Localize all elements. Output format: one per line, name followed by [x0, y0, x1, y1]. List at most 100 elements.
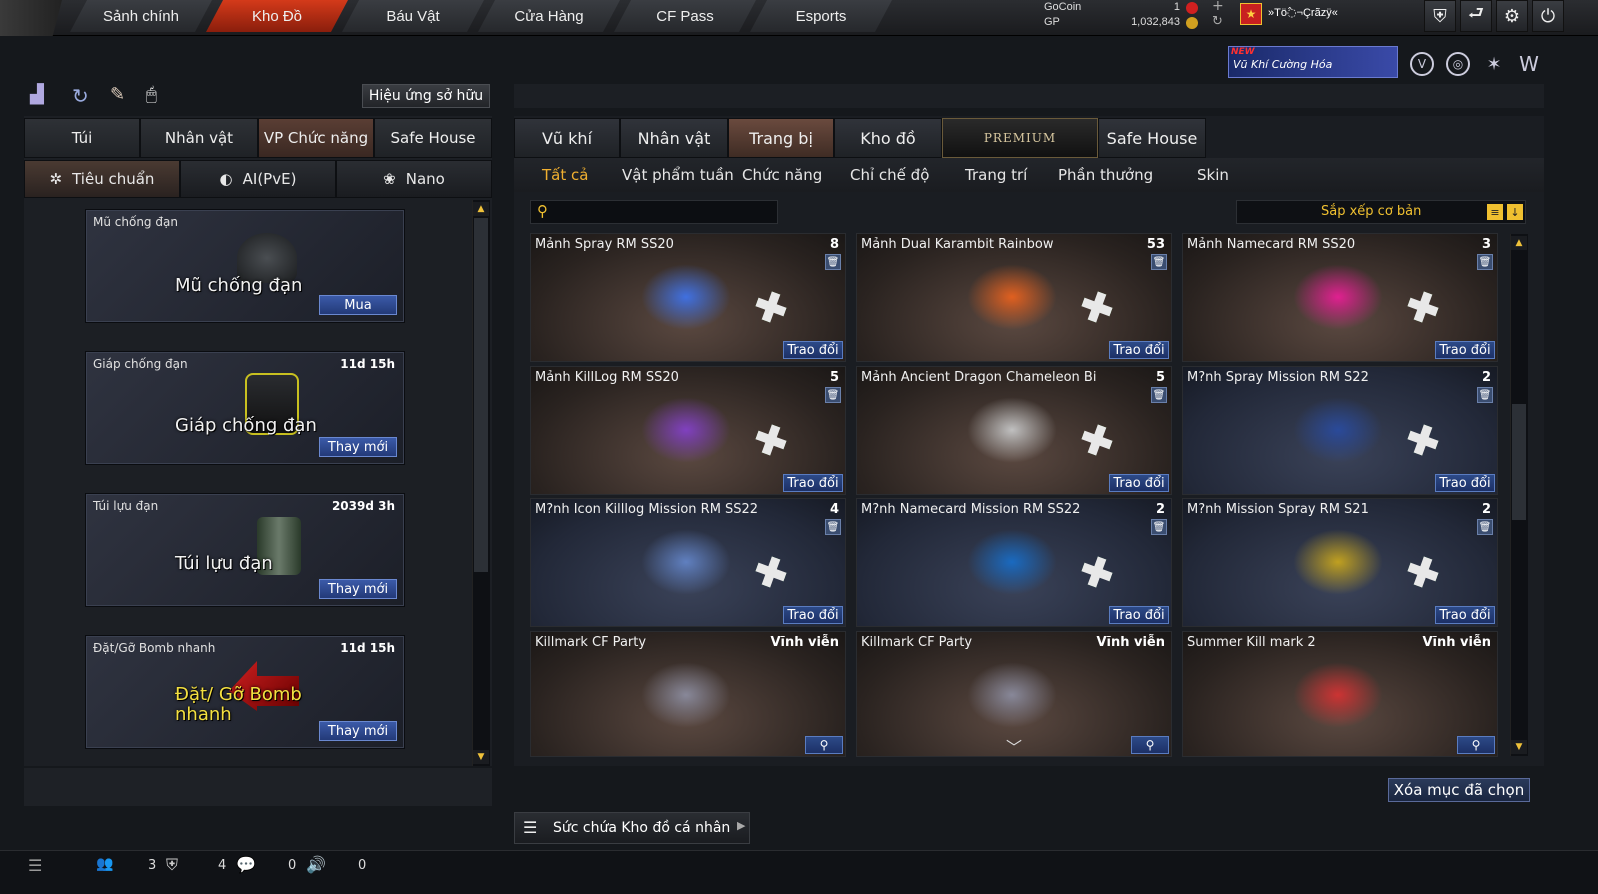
trash-icon[interactable]: 🗑	[1477, 387, 1493, 403]
shield-icon[interactable]: ⛨	[1424, 0, 1456, 32]
filter-function[interactable]: Chức năng	[742, 166, 822, 184]
zoom-icon[interactable]: ⚲	[1457, 736, 1495, 754]
nav-tab-cf-pass[interactable]: CF Pass	[614, 0, 756, 32]
list-view-icon[interactable]: ≡	[1487, 204, 1503, 220]
upgrade-weapon-banner[interactable]: NEW Vũ Khí Cường Hóa	[1228, 46, 1398, 78]
equipment-card[interactable]: Giáp chống đạn 11d 15h Giáp chống đạn Th…	[86, 352, 404, 464]
filter-skin[interactable]: Skin	[1197, 166, 1229, 184]
expand-chevron-icon[interactable]: ﹀	[1006, 734, 1034, 757]
trash-icon[interactable]: 🗑	[825, 519, 841, 535]
trash-icon[interactable]: 🗑	[825, 387, 841, 403]
zoom-icon[interactable]: ⚲	[805, 736, 843, 754]
trade-button[interactable]: Trao đổi	[1109, 341, 1169, 359]
trade-button[interactable]: Trao đổi	[1435, 474, 1495, 492]
nav-tab-lobby[interactable]: Sảnh chính	[70, 0, 212, 32]
game-logo[interactable]	[0, 0, 62, 36]
scroll-up-icon[interactable]: ▲	[1511, 236, 1527, 250]
inventory-item[interactable]: M?nh Spray Mission RM S22 2 🗑 Trao đổi	[1182, 366, 1498, 495]
subtab-nano[interactable]: ❀ Nano	[336, 160, 492, 198]
trash-icon[interactable]: 🗑	[1477, 519, 1493, 535]
tab-equipment[interactable]: Trang bị	[728, 118, 834, 158]
sort-direction-icon[interactable]: ↓	[1507, 204, 1523, 220]
power-icon[interactable]: ⏻	[1532, 0, 1564, 32]
buy-button[interactable]: Mua	[319, 295, 397, 315]
inventory-item[interactable]: Mảnh Ancient Dragon Chameleon Bi 5 🗑 Trao đ…	[856, 366, 1172, 495]
tab-storage[interactable]: Kho đồ	[834, 118, 942, 158]
trash-icon[interactable]: 🗑	[1151, 519, 1167, 535]
trade-button[interactable]: Trao đổi	[783, 341, 843, 359]
equipment-card[interactable]: Đặt/Gỡ Bomb nhanh 11d 15h Đặt/ Gỡ Bomb n…	[86, 636, 404, 748]
inventory-item[interactable]: M?nh Icon Killlog Mission RM SS22 4 🗑 Trao …	[530, 498, 846, 627]
vip-icon[interactable]: V	[1410, 52, 1434, 76]
stats-icon[interactable]: ▟	[30, 84, 54, 108]
tab-safe-house[interactable]: Safe House	[374, 118, 492, 158]
equipment-card[interactable]: Túi lựu đạn 2039d 3h Túi lựu đạn Thay mớ…	[86, 494, 404, 606]
scroll-down-icon[interactable]: ▼	[473, 750, 489, 764]
filter-all[interactable]: Tất cả	[542, 166, 588, 184]
tab-function-items[interactable]: VP Chức năng	[258, 118, 374, 158]
wings-icon[interactable]: W	[1516, 52, 1542, 76]
badge-icon[interactable]: ✶	[1482, 52, 1506, 76]
chat-icon[interactable]: 💬	[236, 855, 256, 874]
trade-button[interactable]: Trao đổi	[1435, 341, 1495, 359]
inventory-item[interactable]: Mảnh Dual Karambit Rainbow 53 🗑 Trao đổi	[856, 233, 1172, 362]
equipment-card[interactable]: Mũ chống đạn Mũ chống đạn Mua	[86, 210, 404, 322]
trash-icon[interactable]: 🗑	[1477, 254, 1493, 270]
owned-effects-button[interactable]: Hiệu ứng sở hữu	[362, 84, 490, 108]
tab-characters[interactable]: Nhân vật	[620, 118, 728, 158]
filter-mode-only[interactable]: Chỉ chế độ	[850, 166, 929, 184]
mouse-icon[interactable]: 🖱	[146, 84, 170, 108]
nav-tab-esports[interactable]: Esports	[750, 0, 892, 32]
inventory-item[interactable]: Killmark CF Party Vĩnh viễn ⚲	[530, 631, 846, 757]
trash-icon[interactable]: 🗑	[825, 254, 841, 270]
subtab-ai-pve[interactable]: ◐ AI(PvE)	[180, 160, 336, 198]
exit-room-icon[interactable]: ⮐	[1460, 0, 1492, 32]
clan-shield-icon[interactable]: ⛨	[166, 855, 178, 875]
delete-selected-button[interactable]: Xóa mục đã chọn	[1388, 778, 1530, 802]
speaker-icon[interactable]: 🔊	[306, 855, 326, 874]
character-edit-icon[interactable]: ✎	[110, 84, 134, 108]
trade-button[interactable]: Trao đổi	[1109, 474, 1169, 492]
inventory-item[interactable]: Mảnh KillLog RM SS20 5 🗑 Trao đổi	[530, 366, 846, 495]
tab-safe-house-right[interactable]: Safe House	[1098, 118, 1206, 158]
globe-icon[interactable]: ◎	[1446, 52, 1470, 76]
trade-button[interactable]: Trao đổi	[783, 474, 843, 492]
tab-premium[interactable]: PREMIUM	[942, 118, 1098, 158]
scroll-down-icon[interactable]: ▼	[1511, 740, 1527, 754]
nav-tab-shop[interactable]: Cửa Hàng	[478, 0, 620, 32]
zoom-icon[interactable]: ⚲	[1131, 736, 1169, 754]
trash-icon[interactable]: 🗑	[1151, 254, 1167, 270]
friends-icon[interactable]: 👥	[96, 856, 113, 872]
inventory-item[interactable]: M?nh Namecard Mission RM SS22 2 🗑 Trao đổi	[856, 498, 1172, 627]
trade-button[interactable]: Trao đổi	[1435, 606, 1495, 624]
chevron-right-icon[interactable]: ▶	[737, 819, 745, 832]
filter-weekly[interactable]: Vật phẩm tuần	[622, 166, 734, 184]
search-input[interactable]	[559, 203, 773, 221]
inventory-item[interactable]: Mảnh Spray RM SS20 8 🗑 Trao đổi	[530, 233, 846, 362]
nav-tab-treasure[interactable]: Báu Vật	[342, 0, 484, 32]
renew-button[interactable]: Thay mới	[319, 721, 397, 741]
tab-weapons[interactable]: Vũ khí	[514, 118, 620, 158]
renew-button[interactable]: Thay mới	[319, 579, 397, 599]
inventory-item[interactable]: M?nh Mission Spray RM S21 2 🗑 Trao đổi	[1182, 498, 1498, 627]
right-scroll-thumb[interactable]	[1512, 404, 1526, 520]
history-icon[interactable]: ↻	[72, 84, 96, 108]
filter-rewards[interactable]: Phần thưởng	[1058, 166, 1153, 184]
gear-icon[interactable]: ⚙	[1496, 0, 1528, 32]
add-currency-icon[interactable]: +	[1212, 0, 1224, 14]
capacity-bar[interactable]: ☰ Sức chứa Kho đồ cá nhân ▶	[514, 812, 750, 844]
renew-button[interactable]: Thay mới	[319, 437, 397, 457]
scroll-up-icon[interactable]: ▲	[473, 202, 489, 216]
filter-decoration[interactable]: Trang trí	[965, 166, 1027, 184]
tab-character[interactable]: Nhân vật	[140, 118, 258, 158]
trade-button[interactable]: Trao đổi	[1109, 606, 1169, 624]
search-box[interactable]: ⚲	[530, 200, 778, 224]
subtab-standard[interactable]: ✲ Tiêu chuẩn	[24, 160, 180, 198]
left-scroll-thumb[interactable]	[474, 218, 488, 572]
tab-bag[interactable]: Túi	[24, 118, 140, 158]
inventory-item[interactable]: Mảnh Namecard RM SS20 3 🗑 Trao đổi	[1182, 233, 1498, 362]
inventory-item[interactable]: Summer Kill mark 2 Vĩnh viễn ⚲	[1182, 631, 1498, 757]
nav-tab-inventory[interactable]: Kho Đồ	[206, 0, 348, 32]
trash-icon[interactable]: 🗑	[1151, 387, 1167, 403]
menu-list-icon[interactable]: ☰	[28, 856, 42, 875]
